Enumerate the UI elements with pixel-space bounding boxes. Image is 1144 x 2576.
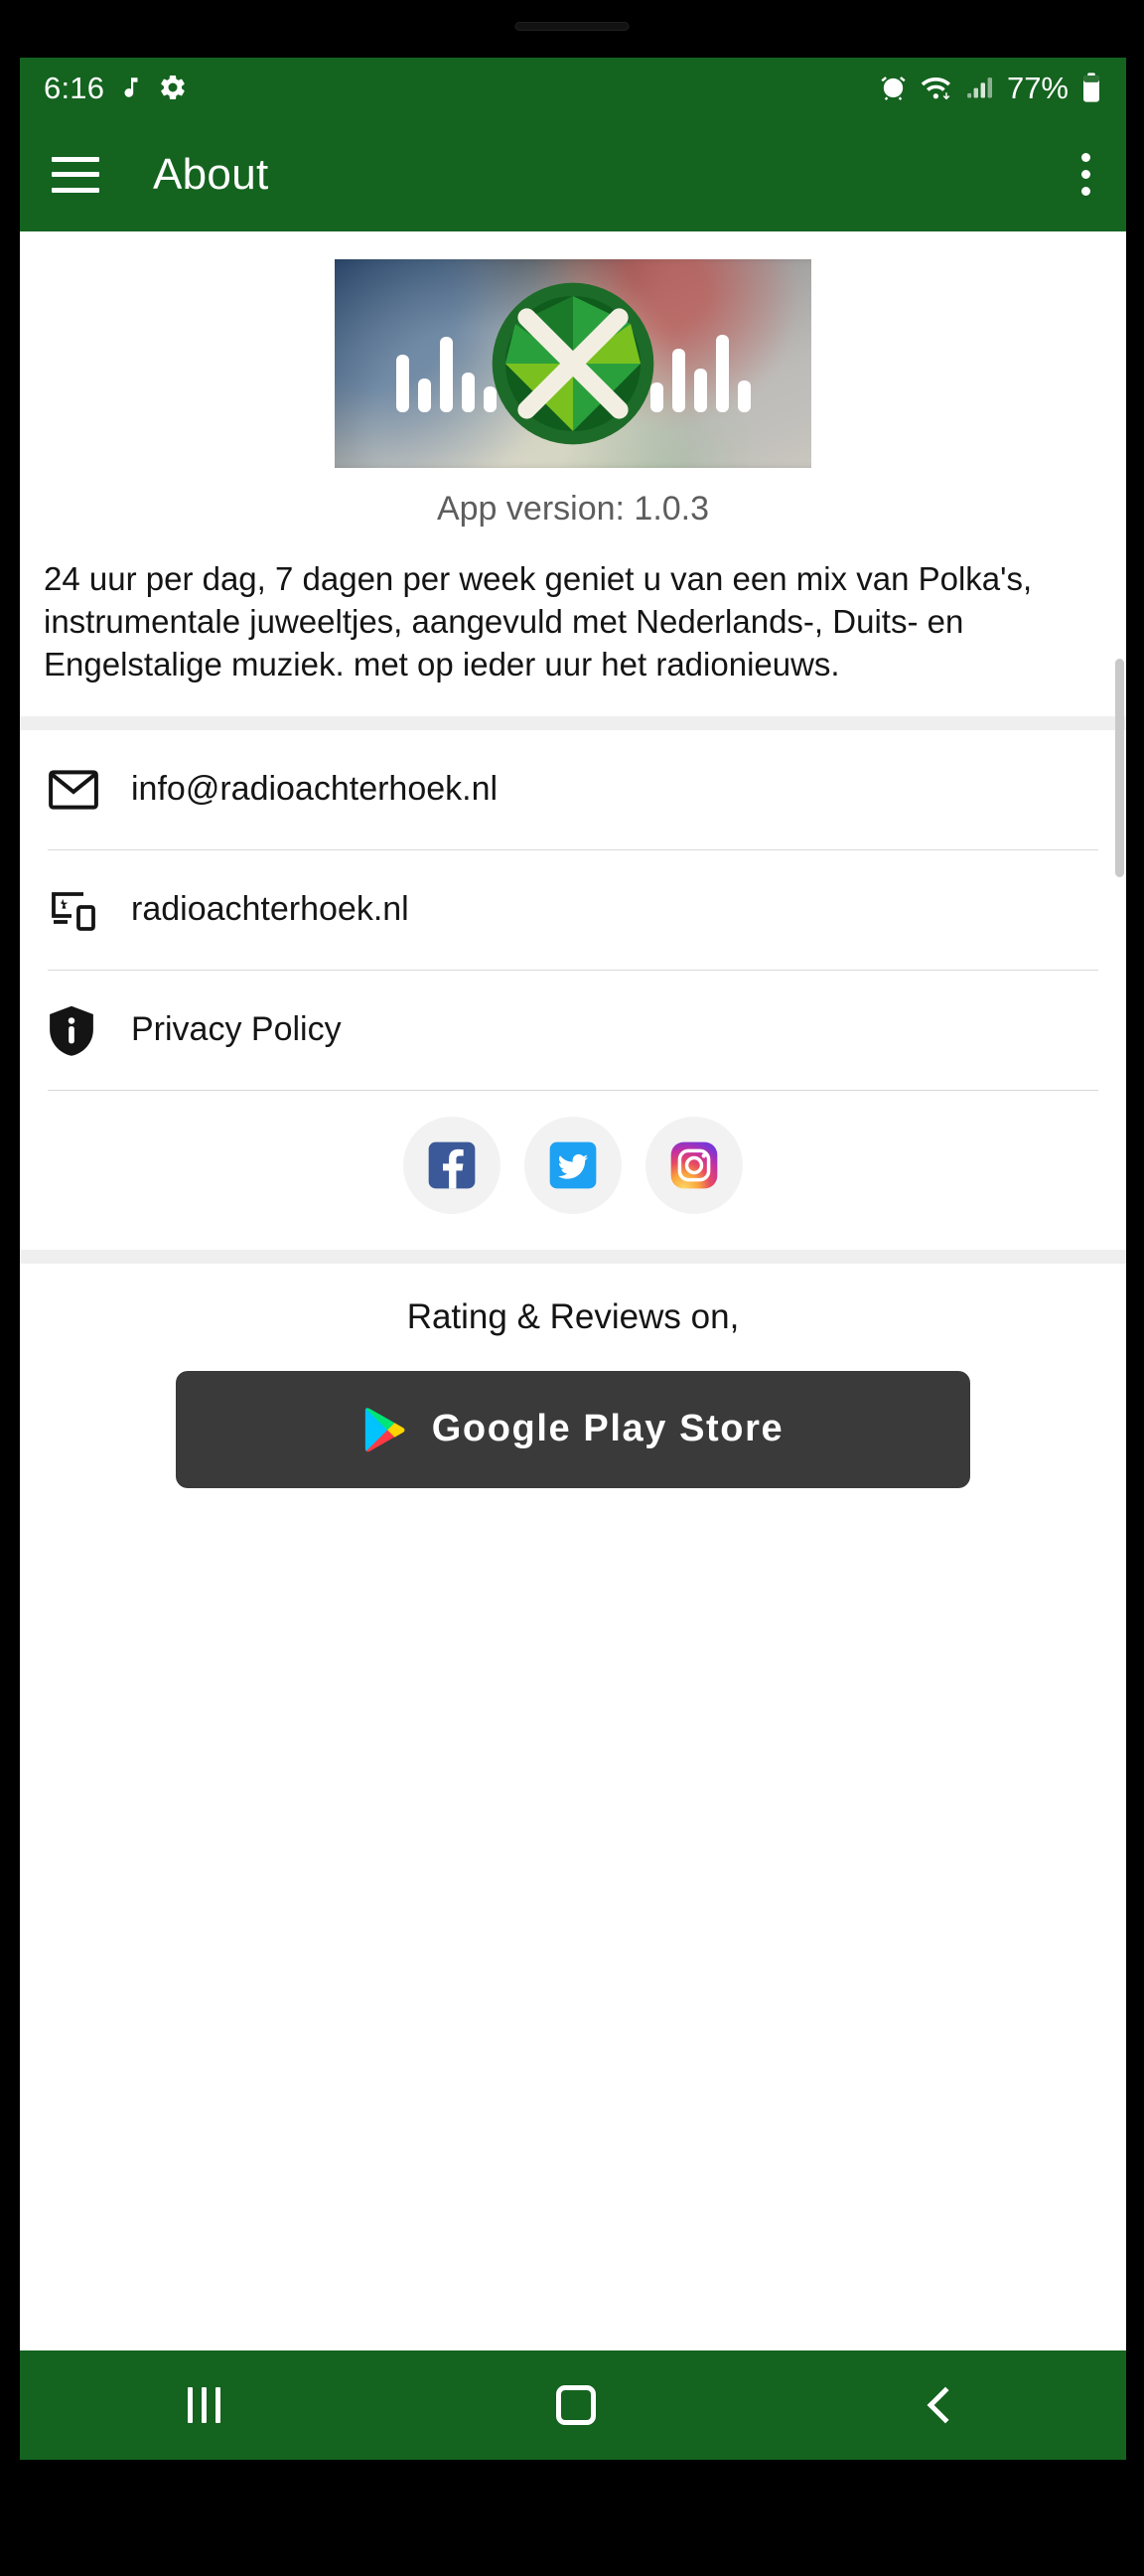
music-note-icon xyxy=(118,73,144,102)
content-filler xyxy=(20,1487,1126,1816)
overflow-menu-icon[interactable] xyxy=(1080,153,1094,196)
app-version-label: App version: 1.0.3 xyxy=(436,490,710,528)
gear-icon xyxy=(158,73,188,102)
twitter-button[interactable] xyxy=(524,1116,622,1214)
contact-row-email[interactable]: info@radioachterhoek.nl xyxy=(20,730,1126,849)
back-button[interactable] xyxy=(927,2386,964,2424)
contact-row-label: Privacy Policy xyxy=(131,1010,342,1049)
navigation-bar xyxy=(20,2350,1126,2460)
rating-title: Rating & Reviews on, xyxy=(406,1296,740,1336)
website-devices-icon xyxy=(48,888,115,932)
contact-rows: info@radioachterhoek.nl radioachterhoek.… xyxy=(20,729,1126,1091)
contact-row-label: radioachterhoek.nl xyxy=(131,890,409,929)
instagram-icon xyxy=(670,1141,718,1189)
play-button-container: Google Play Store xyxy=(20,1337,1126,1488)
contact-row-privacy-policy[interactable]: Privacy Policy xyxy=(20,971,1126,1090)
section-separator xyxy=(20,1249,1126,1264)
app-description: 24 uur per dag, 7 dagen per week geniet … xyxy=(44,560,1033,682)
contact-row-label: info@radioachterhoek.nl xyxy=(131,770,499,809)
email-icon xyxy=(48,769,115,811)
recents-button[interactable] xyxy=(188,2387,221,2423)
hamburger-menu-icon[interactable] xyxy=(52,156,99,193)
battery-percent-label: 77% xyxy=(1006,70,1069,105)
facebook-icon xyxy=(428,1141,476,1189)
status-bar: 6:16 77% xyxy=(20,58,1126,117)
banner-container xyxy=(20,231,1126,468)
contact-row-website[interactable]: radioachterhoek.nl xyxy=(20,850,1126,970)
status-bar-right: 77% xyxy=(879,72,1102,103)
about-content: App version: 1.0.3 24 uur per dag, 7 dag… xyxy=(20,231,1126,1816)
page-title: About xyxy=(153,149,269,199)
privacy-shield-icon xyxy=(48,1004,115,1056)
radio-achterhoek-logo-icon xyxy=(492,282,654,445)
twitter-icon xyxy=(549,1141,597,1189)
phone-screen: 6:16 77% About App version: 1.0.3 24 uur… xyxy=(20,58,1126,2460)
phone-device-frame: 6:16 77% About App version: 1.0.3 24 uur… xyxy=(0,0,1144,2576)
section-separator xyxy=(20,715,1126,730)
home-button[interactable] xyxy=(556,2385,597,2425)
earpiece-speaker xyxy=(514,22,630,31)
google-play-store-button[interactable]: Google Play Store xyxy=(176,1370,970,1488)
status-bar-clock: 6:16 xyxy=(44,70,105,105)
app-logo-banner xyxy=(335,259,811,468)
wifi-icon xyxy=(920,73,953,102)
rating-section: Rating & Reviews on, Google Play Store xyxy=(20,1263,1126,1488)
cellular-signal-icon xyxy=(965,74,995,101)
play-store-label: Google Play Store xyxy=(431,1408,785,1450)
google-play-icon xyxy=(364,1407,405,1452)
status-bar-left: 6:16 xyxy=(44,73,188,103)
facebook-button[interactable] xyxy=(403,1116,500,1214)
social-links xyxy=(20,1091,1126,1250)
alarm-icon xyxy=(879,74,908,102)
battery-icon xyxy=(1080,72,1102,103)
app-bar: About xyxy=(20,117,1126,231)
scrollbar-thumb[interactable] xyxy=(1115,659,1124,877)
instagram-button[interactable] xyxy=(645,1116,743,1214)
